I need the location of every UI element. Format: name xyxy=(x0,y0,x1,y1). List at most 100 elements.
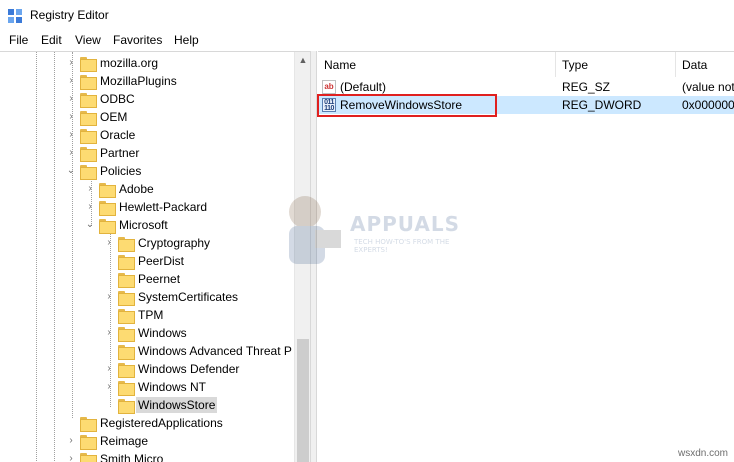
value-data: (value not xyxy=(682,80,734,94)
scrollbar-thumb[interactable] xyxy=(297,339,309,462)
tree-item-mozillaplugins[interactable]: › MozillaPlugins xyxy=(64,72,179,90)
tree-item-windows[interactable]: › Windows xyxy=(102,324,189,342)
chevron-right-icon[interactable]: › xyxy=(102,288,116,306)
tree-item-mozilla-org[interactable]: › mozilla.org xyxy=(64,54,160,72)
chevron-right-icon[interactable]: › xyxy=(64,126,78,144)
column-header-type[interactable]: Type xyxy=(562,58,588,72)
tree-item-cryptography[interactable]: › Cryptography xyxy=(102,234,212,252)
chevron-right-icon[interactable]: › xyxy=(64,54,78,72)
tree-item-adobe[interactable]: › Adobe xyxy=(83,180,156,198)
menu-view[interactable]: View xyxy=(74,33,102,47)
tree-branch-spacer xyxy=(102,342,116,360)
folder-icon xyxy=(80,110,97,126)
tree-item-windows-advanced-threat-protection[interactable]: Windows Advanced Threat P xyxy=(102,342,294,360)
tree-item-label: Partner xyxy=(100,146,140,160)
tree-item-label: Windows Advanced Threat P xyxy=(138,344,292,358)
chevron-right-icon[interactable]: › xyxy=(64,108,78,126)
tree-item-label: PeerDist xyxy=(138,254,185,268)
tree-item-windows-defender[interactable]: › Windows Defender xyxy=(102,360,241,378)
chevron-right-icon[interactable]: › xyxy=(64,144,78,162)
tree-item-label: Oracle xyxy=(100,128,136,142)
tree-item-smith-micro[interactable]: › Smith Micro xyxy=(64,450,165,462)
tree-item-label: ODBC xyxy=(100,92,135,106)
menu-favorites[interactable]: Favorites xyxy=(112,33,163,47)
folder-icon xyxy=(80,56,97,72)
tree-vertical-scrollbar[interactable]: ▲ xyxy=(294,52,310,462)
value-type: REG_DWORD xyxy=(562,98,642,112)
menu-file[interactable]: File xyxy=(8,33,29,47)
tree-branch-spacer xyxy=(102,306,116,324)
column-divider[interactable] xyxy=(675,52,676,77)
menu-bar: File Edit View Favorites Help xyxy=(0,31,734,51)
tree-item-label: MozillaPlugins xyxy=(100,74,177,88)
chevron-right-icon[interactable]: › xyxy=(83,180,97,198)
tree-item-peernet[interactable]: Peernet xyxy=(102,270,182,288)
folder-icon xyxy=(80,74,97,90)
folder-icon xyxy=(80,416,97,432)
scroll-up-arrow-icon[interactable]: ▲ xyxy=(295,52,310,69)
tree-branch-spacer xyxy=(102,270,116,288)
value-data: 0x0000000 xyxy=(682,98,734,112)
chevron-right-icon[interactable]: › xyxy=(102,324,116,342)
tree-item-label: SystemCertificates xyxy=(138,290,239,304)
tree-item-windows-nt[interactable]: › Windows NT xyxy=(102,378,208,396)
value-name: (Default) xyxy=(340,80,387,94)
tree-item-label: Smith Micro xyxy=(100,452,164,462)
tree-item-label: Windows NT xyxy=(138,380,207,394)
tree-item-label: WindowsStore xyxy=(136,397,218,413)
folder-icon xyxy=(118,308,135,324)
tree-item-label: Peernet xyxy=(138,272,181,286)
tree-item-label: RegisteredApplications xyxy=(100,416,223,430)
tree-item-microsoft[interactable]: ⌄ Microsoft xyxy=(83,216,170,234)
folder-icon xyxy=(118,344,135,360)
window-title: Registry Editor xyxy=(30,8,109,22)
chevron-down-icon[interactable]: ⌄ xyxy=(83,216,97,234)
tree-item-label: Hewlett-Packard xyxy=(119,200,208,214)
tree-item-label: Microsoft xyxy=(119,218,168,232)
annotation-highlight-box xyxy=(317,94,497,117)
folder-icon xyxy=(99,218,116,234)
folder-icon xyxy=(118,236,135,252)
source-watermark: wsxdn.com xyxy=(677,448,728,459)
tree-item-registeredapplications[interactable]: RegisteredApplications xyxy=(64,414,225,432)
chevron-right-icon[interactable]: › xyxy=(102,234,116,252)
folder-icon xyxy=(80,164,97,180)
tree-guide-line xyxy=(36,52,37,462)
menu-help[interactable]: Help xyxy=(173,33,200,47)
folder-icon xyxy=(118,398,135,414)
tree-item-reimage[interactable]: › Reimage xyxy=(64,432,150,450)
folder-icon xyxy=(80,452,97,462)
registry-editor-icon xyxy=(8,9,22,23)
tree-item-policies[interactable]: ⌄ Policies xyxy=(64,162,143,180)
chevron-right-icon[interactable]: › xyxy=(83,198,97,216)
chevron-right-icon[interactable]: › xyxy=(64,90,78,108)
tree-branch-spacer xyxy=(102,252,116,270)
chevron-right-icon[interactable]: › xyxy=(64,450,78,462)
chevron-down-icon[interactable]: ⌄ xyxy=(64,162,78,180)
column-divider[interactable] xyxy=(555,52,556,77)
tree-item-label: Cryptography xyxy=(138,236,211,250)
chevron-right-icon[interactable]: › xyxy=(102,360,116,378)
menu-edit[interactable]: Edit xyxy=(40,33,63,47)
tree-item-oem[interactable]: › OEM xyxy=(64,108,129,126)
chevron-right-icon[interactable]: › xyxy=(64,72,78,90)
chevron-right-icon[interactable]: › xyxy=(102,378,116,396)
folder-icon xyxy=(118,326,135,342)
tree-item-label: Reimage xyxy=(100,434,149,448)
chevron-right-icon[interactable]: › xyxy=(64,432,78,450)
folder-icon xyxy=(99,200,116,216)
tree-item-oracle[interactable]: › Oracle xyxy=(64,126,137,144)
tree-item-systemcertificates[interactable]: › SystemCertificates xyxy=(102,288,240,306)
tree-item-partner[interactable]: › Partner xyxy=(64,144,141,162)
tree-item-odbc[interactable]: › ODBC xyxy=(64,90,137,108)
folder-icon xyxy=(118,272,135,288)
column-header-name[interactable]: Name xyxy=(324,58,356,72)
tree-item-windowsstore[interactable]: WindowsStore xyxy=(102,396,218,414)
folder-icon xyxy=(118,254,135,270)
tree-item-label: OEM xyxy=(100,110,128,124)
column-header-data[interactable]: Data xyxy=(682,58,707,72)
tree-item-tpm[interactable]: TPM xyxy=(102,306,165,324)
tree-item-hewlett-packard[interactable]: › Hewlett-Packard xyxy=(83,198,209,216)
registry-key-tree[interactable]: › mozilla.org › MozillaPlugins › ODBC › … xyxy=(0,51,311,462)
tree-item-peerdist[interactable]: PeerDist xyxy=(102,252,186,270)
